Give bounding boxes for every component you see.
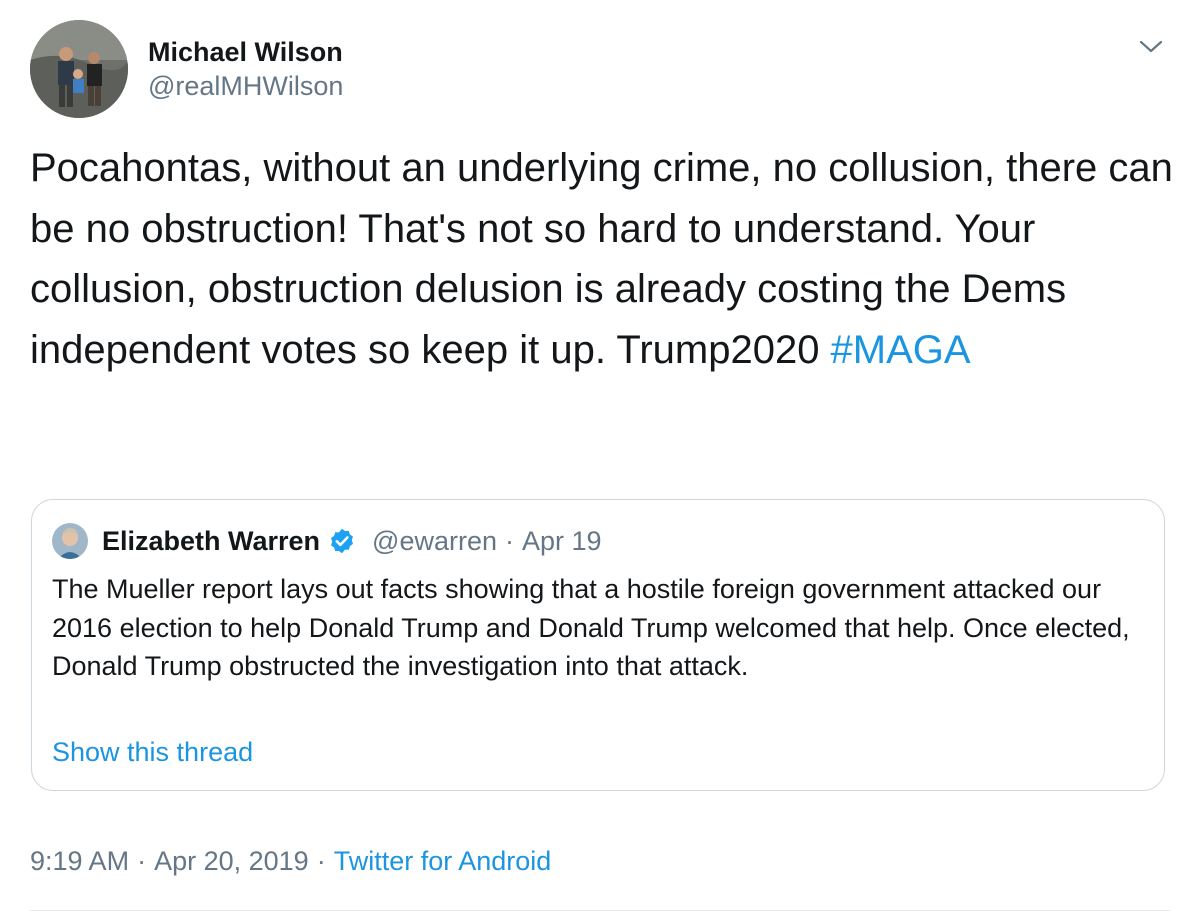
tweet-text: Pocahontas, without an underlying crime,… [30, 138, 1180, 380]
quoted-tweet[interactable]: Elizabeth Warren @ewarren · Apr 19 The M… [31, 499, 1165, 791]
quoted-separator: · [505, 525, 515, 556]
tweet-header: Michael Wilson @realMHWilson [30, 20, 343, 118]
avatar-photo-icon [30, 20, 128, 118]
meta-separator: · [316, 846, 326, 876]
tweet-source-link[interactable]: Twitter for Android [334, 846, 552, 876]
tweet: Michael Wilson @realMHWilson Pocahontas,… [0, 0, 1200, 914]
show-thread-link[interactable]: Show this thread [52, 734, 253, 770]
author-avatar[interactable] [30, 20, 128, 118]
quoted-author-display-name: Elizabeth Warren [102, 525, 321, 556]
quoted-tweet-text: The Mueller report lays out facts showin… [52, 574, 1130, 681]
quoted-tweet-header: Elizabeth Warren @ewarren · Apr 19 [52, 523, 602, 559]
tweet-body: Pocahontas, without an underlying crime,… [30, 146, 1173, 372]
verified-badge-icon [331, 528, 354, 554]
divider [30, 910, 1170, 911]
quoted-avatar-photo-icon [52, 523, 88, 559]
author-display-name[interactable]: Michael Wilson [148, 35, 343, 69]
author-handle[interactable]: @realMHWilson [148, 69, 343, 103]
author-names: Michael Wilson @realMHWilson [148, 35, 343, 103]
tweet-date[interactable]: Apr 20, 2019 [154, 846, 309, 876]
tweet-meta: 9:19 AM · Apr 20, 2019 · Twitter for Android [30, 843, 551, 879]
chevron-down-icon[interactable] [1138, 36, 1164, 56]
quoted-author-handle: @ewarren [372, 525, 498, 556]
quoted-date: Apr 19 [522, 525, 602, 556]
tweet-time[interactable]: 9:19 AM [30, 846, 129, 876]
hashtag-link[interactable]: #MAGA [831, 328, 971, 372]
meta-separator: · [137, 846, 147, 876]
quoted-author-avatar[interactable] [52, 523, 88, 559]
